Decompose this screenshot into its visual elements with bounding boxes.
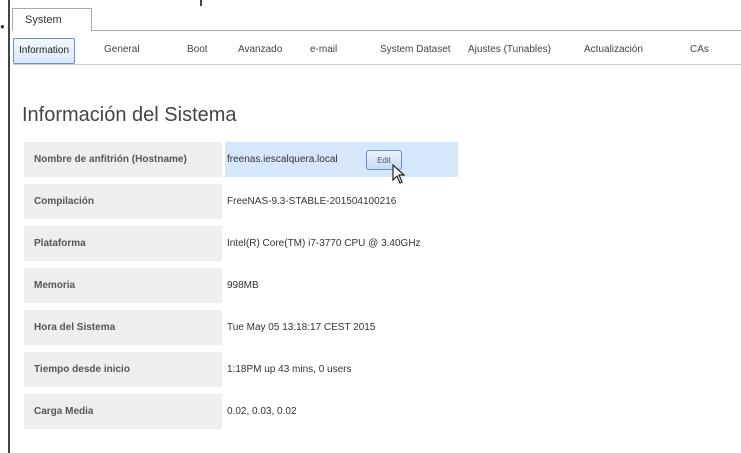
bullet-icon: ● bbox=[0, 22, 5, 31]
tab-avanzado[interactable]: Avanzado bbox=[238, 38, 282, 62]
tabbar-divider bbox=[13, 64, 741, 65]
row-value: Tue May 05 13:18:17 CEST 2015 bbox=[227, 322, 376, 333]
tab-email[interactable]: e-mail bbox=[310, 38, 337, 62]
tab-divider-gap bbox=[13, 30, 91, 31]
row-value: 0.02, 0.03, 0.02 bbox=[227, 406, 297, 417]
tab-divider bbox=[12, 30, 741, 31]
tab-cas[interactable]: CAs bbox=[690, 38, 709, 62]
row-value: freenas.iescalquera.local bbox=[225, 142, 458, 177]
table-row-hora: Hora del Sistema Tue May 05 13:18:17 CES… bbox=[24, 310, 464, 345]
window-frame-left bbox=[8, 0, 10, 453]
row-value: 1:18PM up 43 mins, 0 users bbox=[227, 364, 352, 375]
table-row-uptime: Tiempo desde inicio 1:18PM up 43 mins, 0… bbox=[24, 352, 464, 387]
row-label: Memoria bbox=[24, 268, 222, 303]
row-label: Tiempo desde inicio bbox=[24, 352, 222, 387]
page-title: Información del Sistema bbox=[22, 104, 237, 126]
row-label: Carga Media bbox=[24, 394, 222, 429]
row-label: Hora del Sistema bbox=[24, 310, 222, 345]
row-value: 998MB bbox=[227, 280, 259, 291]
tab-actualizacion[interactable]: Actualización bbox=[584, 38, 643, 62]
table-row-hostname: Nombre de anfitrión (Hostname) freenas.i… bbox=[24, 142, 464, 184]
tab-general[interactable]: General bbox=[104, 38, 140, 62]
tab-information[interactable]: Information bbox=[13, 38, 76, 64]
tab-ajustes[interactable]: Ajustes (Tunables) bbox=[468, 38, 551, 62]
table-row-compilacion: Compilación FreeNAS-9.3-STABLE-201504100… bbox=[24, 184, 464, 219]
table-row-plataforma: Plataforma Intel(R) Core(TM) i7-3770 CPU… bbox=[24, 226, 464, 261]
tab-system[interactable]: System bbox=[12, 8, 92, 30]
table-row-memoria: Memoria 998MB bbox=[24, 268, 464, 303]
tab-boot[interactable]: Boot bbox=[187, 38, 208, 62]
row-label: Plataforma bbox=[24, 226, 222, 261]
row-value: Intel(R) Core(TM) i7-3770 CPU @ 3.40GHz bbox=[227, 238, 421, 249]
table-row-carga: Carga Media 0.02, 0.03, 0.02 bbox=[24, 394, 464, 429]
row-label: Nombre de anfitrión (Hostname) bbox=[24, 142, 222, 177]
mouse-pointer-icon bbox=[392, 164, 406, 184]
settings-tabbar: Information General Boot Avanzado e-mail… bbox=[13, 38, 741, 64]
row-value: FreeNAS-9.3-STABLE-201504100216 bbox=[227, 196, 397, 207]
tab-system-dataset[interactable]: System Dataset bbox=[380, 38, 451, 62]
row-label: Compilación bbox=[24, 184, 222, 219]
window-frame-stub bbox=[200, 0, 202, 6]
